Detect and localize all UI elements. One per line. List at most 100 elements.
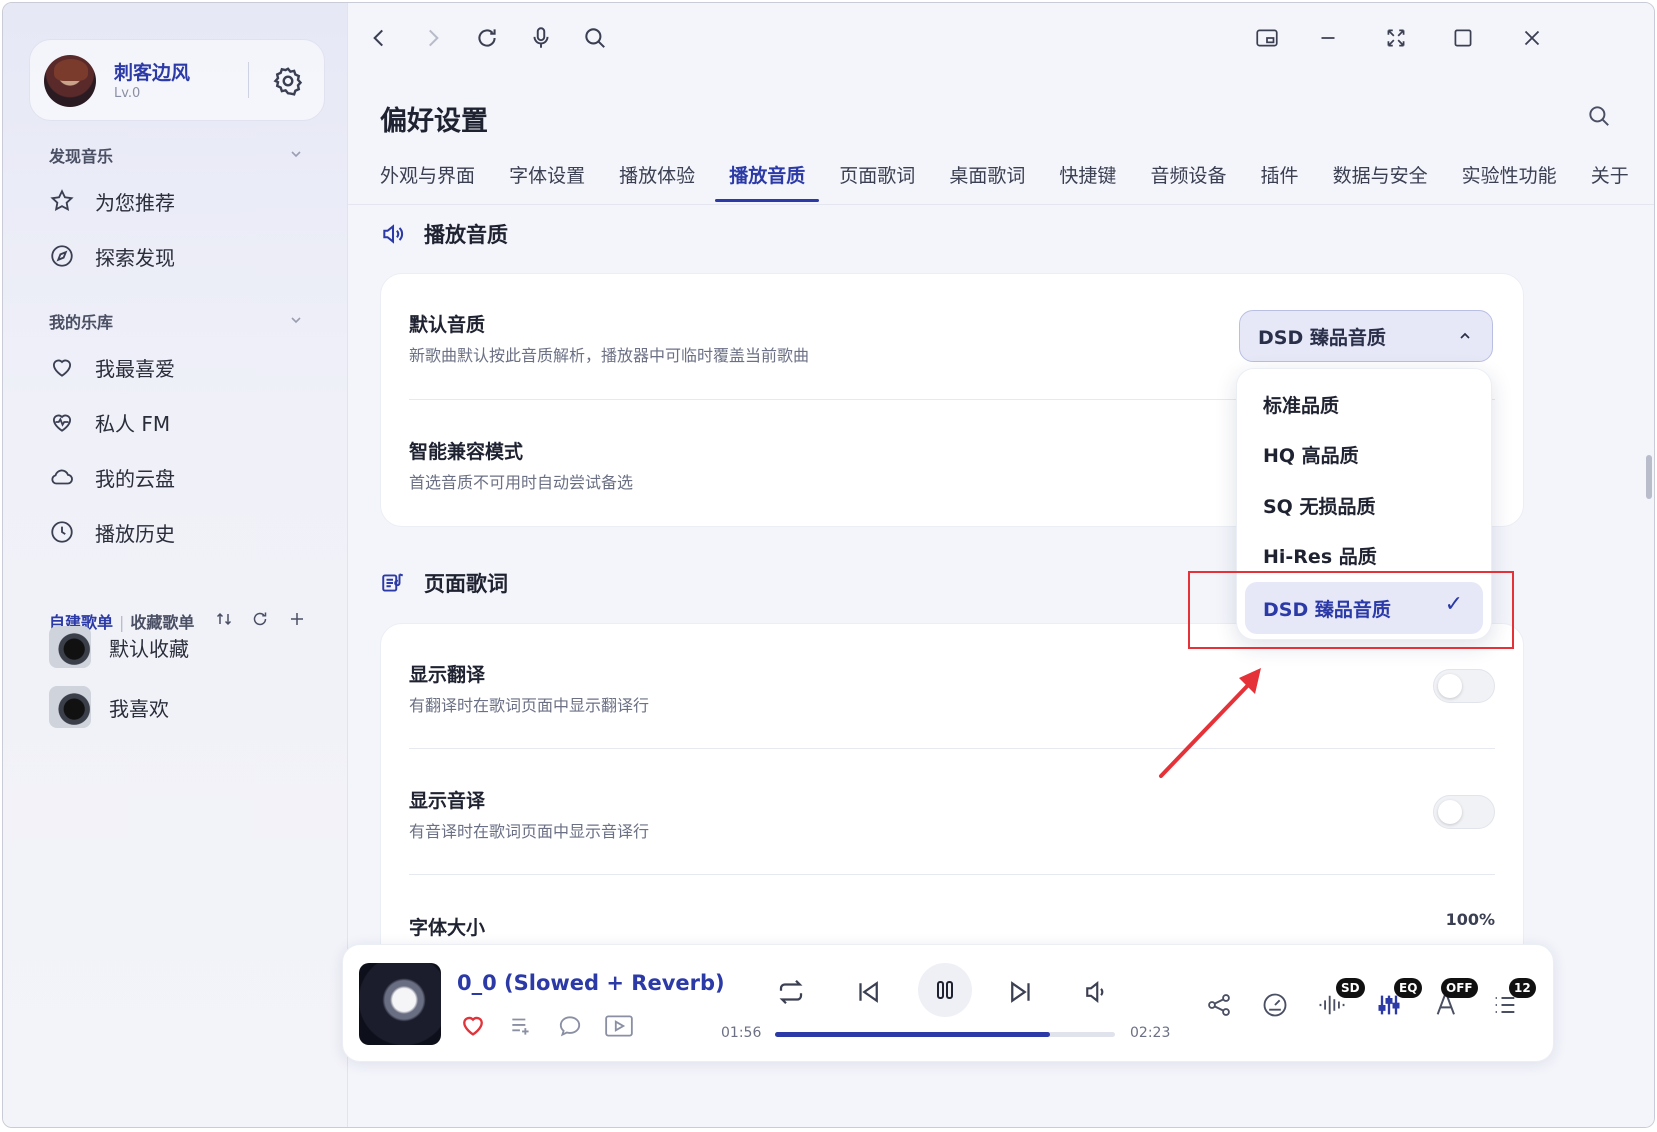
sidebar-item-personal-fm[interactable]: 私人 FM (49, 402, 319, 442)
option-label: Hi-Res 品质 (1263, 545, 1377, 568)
tab-playback[interactable]: 播放体验 (619, 161, 695, 198)
tab-shortcuts[interactable]: 快捷键 (1059, 161, 1116, 198)
avatar[interactable] (44, 55, 96, 107)
search-icon[interactable] (582, 25, 608, 51)
setting-desc: 新歌曲默认按此音质解析，播放器中可临时覆盖当前歌曲 (409, 346, 810, 365)
sidebar-item-explore[interactable]: 探索发现 (49, 236, 319, 276)
heart-icon[interactable] (459, 1011, 487, 1039)
tab-audio-devices[interactable]: 音频设备 (1150, 161, 1226, 198)
quality-badge: SD (1336, 978, 1365, 998)
close-icon[interactable] (1519, 25, 1545, 51)
user-card[interactable]: 刺客边风 Lv.0 (29, 39, 325, 121)
sidebar-item-label: 为您推荐 (95, 190, 175, 215)
section-title: 播放音质 (424, 223, 508, 247)
playlist-cover (49, 626, 91, 668)
section-page-lyrics-header: 页面歌词 (380, 568, 508, 598)
show-romaji-toggle[interactable] (1433, 795, 1495, 829)
sidebar-item-label: 我最喜爱 (95, 356, 175, 381)
compass-icon (51, 245, 73, 267)
pause-icon (937, 981, 953, 999)
sidebar-item-label: 播放历史 (95, 521, 175, 546)
microphone-icon[interactable] (528, 25, 554, 51)
song-title[interactable]: 0_0 (Slowed + Reverb) (457, 971, 725, 995)
tab-desktop-lyrics[interactable]: 桌面歌词 (949, 161, 1025, 198)
option-label: HQ 高品质 (1263, 444, 1359, 467)
setting-title: 智能兼容模式 (409, 441, 524, 463)
quality-select[interactable]: DSD 臻品音质 (1239, 310, 1493, 362)
player-bar: 0_0 (Slowed + Reverb) 01:56 02:23 SD EQ … (342, 944, 1554, 1062)
tab-about[interactable]: 关于 (1591, 161, 1629, 198)
page-title: 偏好设置 (380, 106, 488, 137)
quality-option-standard[interactable]: 标准品质 (1245, 381, 1483, 427)
elapsed-time: 01:56 (721, 1025, 762, 1041)
fullscreen-icon[interactable] (1383, 25, 1409, 51)
forward-icon[interactable] (420, 25, 446, 51)
clock-icon (51, 521, 73, 543)
speaker-icon (383, 224, 404, 244)
tab-font[interactable]: 字体设置 (509, 161, 585, 198)
tab-data-security[interactable]: 数据与安全 (1333, 161, 1428, 198)
quality-option-sq[interactable]: SQ 无损品质 (1245, 482, 1483, 528)
tabs-divider (348, 204, 1654, 205)
playlist-item[interactable]: 我喜欢 (49, 685, 319, 729)
setting-desc: 首选音质不可用时自动尝试备选 (409, 473, 634, 492)
user-name[interactable]: 刺客边风 (114, 58, 190, 85)
back-icon[interactable] (366, 25, 392, 51)
setting-title: 显示翻译 (409, 664, 486, 686)
sidebar-item-label: 私人 FM (95, 411, 171, 436)
next-icon[interactable] (1006, 977, 1036, 1007)
playlist-label: 我喜欢 (109, 696, 169, 721)
playlist-cover (49, 686, 91, 728)
settings-tabs: 外观与界面 字体设置 播放体验 播放音质 页面歌词 桌面歌词 快捷键 音频设备 … (380, 161, 1654, 202)
previous-icon[interactable] (853, 977, 883, 1007)
chevron-down-icon[interactable] (289, 313, 303, 327)
show-translation-toggle[interactable] (1433, 669, 1495, 703)
section-title: 页面歌词 (424, 572, 508, 596)
mini-player-icon[interactable] (1254, 25, 1280, 51)
option-label: 标准品质 (1263, 394, 1340, 417)
maximize-icon[interactable] (1450, 25, 1476, 51)
scrollbar[interactable] (1646, 455, 1652, 499)
heartbeat-icon (52, 414, 72, 432)
sidebar-item-favorites[interactable]: 我最喜爱 (49, 347, 319, 387)
tab-experimental[interactable]: 实验性功能 (1462, 161, 1557, 198)
mv-icon[interactable] (604, 1013, 634, 1039)
speed-icon[interactable] (1261, 991, 1289, 1019)
lyric-badge: OFF (1441, 978, 1478, 998)
setting-title: 字体大小 (409, 917, 486, 939)
add-to-playlist-icon[interactable] (508, 1013, 534, 1039)
progress-fill (775, 1032, 1051, 1037)
row-divider (409, 748, 1495, 749)
tab-page-lyrics[interactable]: 页面歌词 (839, 161, 915, 198)
minimize-icon[interactable] (1315, 25, 1341, 51)
comment-icon[interactable] (557, 1013, 583, 1039)
app-window: 刺客边风 Lv.0 发现音乐 为您推荐 探索发现 我的乐库 我最喜爱 私人 FM (2, 2, 1655, 1128)
tab-audio-quality[interactable]: 播放音质 (715, 161, 820, 202)
user-level: Lv.0 (114, 86, 141, 101)
setting-title: 显示音译 (409, 790, 486, 812)
tab-appearance[interactable]: 外观与界面 (380, 161, 475, 198)
star-icon (50, 189, 74, 212)
repeat-icon[interactable] (776, 977, 806, 1007)
gear-icon[interactable] (272, 65, 304, 97)
pause-button[interactable] (918, 963, 972, 1017)
sidebar-item-cloud[interactable]: 我的云盘 (49, 457, 319, 497)
volume-icon[interactable] (1081, 977, 1111, 1007)
album-cover[interactable] (359, 963, 441, 1045)
reload-icon[interactable] (474, 25, 500, 51)
duration-time: 02:23 (1130, 1025, 1171, 1041)
font-size-value: 100% (1445, 910, 1495, 929)
quality-option-hq[interactable]: HQ 高品质 (1245, 431, 1483, 477)
playlist-item[interactable]: 默认收藏 (49, 625, 319, 669)
progress-bar[interactable] (775, 1032, 1115, 1037)
settings-search-icon[interactable] (1586, 103, 1612, 129)
sidebar-item-recommend[interactable]: 为您推荐 (49, 181, 319, 221)
tab-plugins[interactable]: 插件 (1261, 161, 1299, 198)
sidebar-item-history[interactable]: 播放历史 (49, 512, 319, 552)
share-icon[interactable] (1205, 991, 1233, 1019)
chevron-up-icon (1460, 332, 1470, 339)
setting-desc: 有音译时在歌词页面中显示音译行 (409, 822, 650, 841)
chevron-down-icon[interactable] (289, 147, 303, 161)
quality-select-value: DSD 臻品音质 (1258, 326, 1386, 349)
section-audio-quality-header: 播放音质 (380, 219, 508, 249)
